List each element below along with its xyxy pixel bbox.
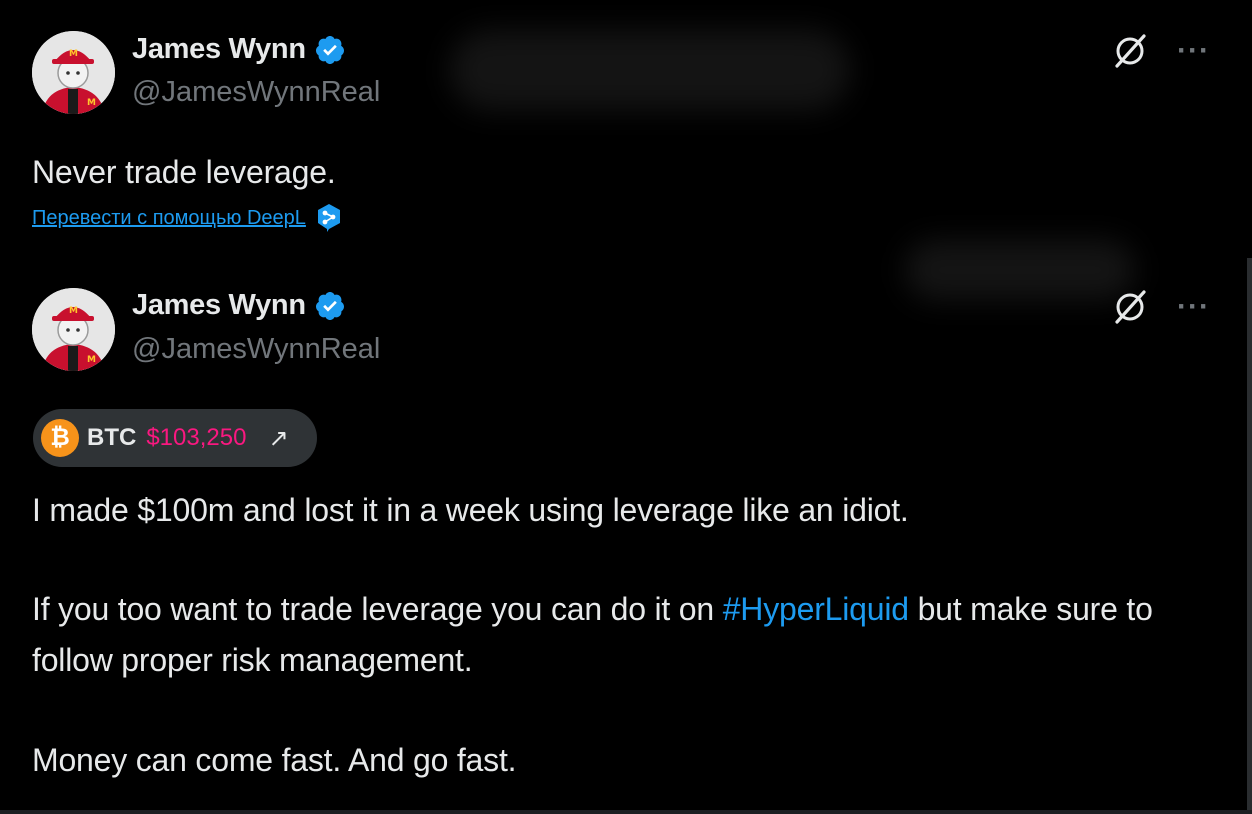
cashtag-price-chip[interactable]: ₿ BTC $103,250 ↗ (33, 409, 317, 467)
tweet-paragraph: Money can come fast. And go fast. (32, 742, 517, 778)
svg-text:M: M (87, 98, 96, 108)
hashtag-link[interactable]: #HyperLiquid (723, 591, 909, 627)
more-options-icon[interactable]: ··· (1177, 36, 1210, 66)
arrow-up-right-icon: ↗ (268, 424, 289, 452)
grok-icon[interactable] (1111, 288, 1149, 326)
deepl-icon[interactable] (316, 203, 342, 233)
blurred-region (450, 30, 850, 110)
verified-badge-icon (314, 290, 346, 322)
grok-icon[interactable] (1111, 32, 1149, 70)
tweet-text: Never trade leverage. (32, 154, 336, 190)
more-options-icon[interactable]: ··· (1177, 292, 1210, 322)
tweet-actions: ··· (1111, 288, 1210, 326)
svg-text:M: M (69, 49, 78, 59)
ticker-symbol: BTC (87, 424, 137, 451)
author-name[interactable]: James Wynn (132, 33, 306, 66)
frame-edge (0, 810, 1252, 814)
bitcoin-icon: ₿ (41, 419, 79, 457)
translate-link-row[interactable]: Перевести с помощью DeepL (32, 203, 342, 233)
author-name[interactable]: James Wynn (132, 289, 306, 322)
tweet-paragraph: If you too want to trade leverage you ca… (32, 584, 1232, 686)
avatar[interactable]: M M (32, 288, 115, 371)
svg-text:M: M (69, 306, 78, 316)
tweet-actions: ··· (1111, 32, 1210, 70)
blurred-region (905, 240, 1135, 300)
verified-badge-icon (314, 34, 346, 66)
paragraph-text: If you too want to trade leverage you ca… (32, 591, 723, 627)
author-handle[interactable]: @JamesWynnReal (132, 333, 380, 366)
svg-text:M: M (87, 355, 96, 365)
frame-edge (1247, 258, 1252, 814)
avatar[interactable]: M M (32, 31, 115, 114)
tweet-paragraph: I made $100m and lost it in a week using… (32, 492, 909, 528)
translate-link[interactable]: Перевести с помощью DeepL (32, 207, 306, 230)
ticker-price: $103,250 (146, 424, 247, 451)
author-handle[interactable]: @JamesWynnReal (132, 76, 380, 109)
